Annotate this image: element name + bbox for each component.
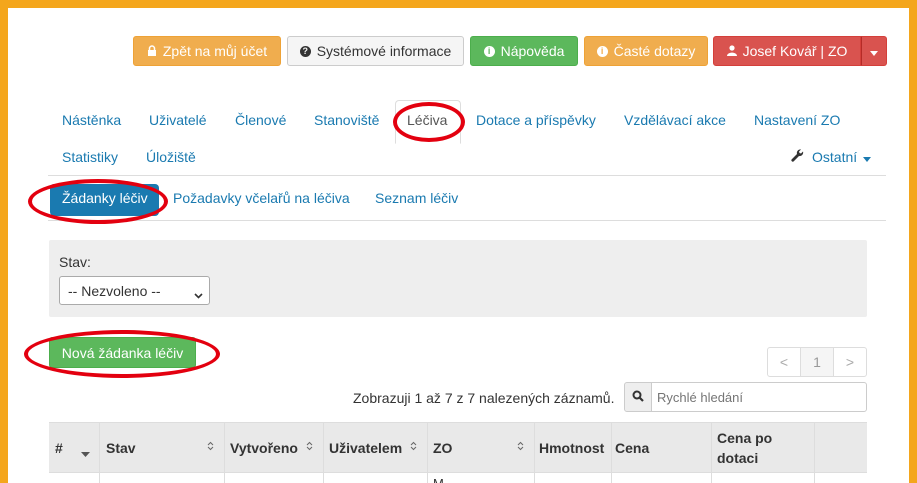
tab-stanoviste[interactable]: Stanoviště	[314, 112, 379, 128]
faq-button[interactable]: i Časté dotazy	[584, 36, 708, 66]
tab-nastenka[interactable]: Nástěnka	[62, 112, 121, 128]
help-button[interactable]: i Nápověda	[470, 36, 578, 66]
state-select[interactable]: -- Nezvoleno --	[59, 276, 210, 305]
caret-down-icon	[870, 43, 878, 59]
column-divider	[99, 422, 100, 483]
sort-desc-icon	[81, 444, 90, 460]
info-icon: i	[483, 45, 495, 57]
tab-leciva[interactable]: Léčiva	[407, 112, 447, 128]
tab-uloziste[interactable]: Úložiště	[146, 149, 196, 165]
pagination-prev[interactable]: <	[768, 348, 801, 376]
table-row	[49, 472, 867, 483]
tab-vzdelavaci-akce[interactable]: Vzdělávací akce	[624, 112, 726, 128]
subtab-zadanky[interactable]: Žádanky léčiv	[62, 190, 148, 206]
th-price-after-subsidy-line2[interactable]: dotaci	[717, 450, 758, 466]
user-dropdown-toggle[interactable]	[861, 36, 887, 66]
app-window: Zpět na můj účet ? Systémové informace i…	[8, 8, 909, 483]
search-input[interactable]	[651, 382, 867, 412]
th-state[interactable]: Stav	[106, 440, 136, 456]
search-icon	[632, 389, 644, 405]
table-cell: M	[433, 476, 444, 483]
info-icon: i	[596, 45, 608, 57]
sort-icon	[306, 438, 313, 454]
tab-uzivatele[interactable]: Uživatelé	[149, 112, 207, 128]
caret-down-icon	[863, 149, 872, 165]
column-divider	[814, 422, 815, 483]
pagination: < 1 >	[767, 347, 867, 377]
new-request-button[interactable]: Nová žádanka léčiv	[49, 337, 196, 368]
th-created[interactable]: Vytvořeno	[230, 440, 298, 456]
sort-icon	[207, 438, 214, 454]
sort-icon	[517, 438, 524, 454]
subnav-divider	[48, 220, 886, 221]
user-icon	[726, 43, 737, 59]
system-info-label: Systémové informace	[316, 43, 452, 59]
th-price-after-subsidy-line1[interactable]: Cena po	[717, 430, 772, 446]
user-label: Josef Kovář | ZO	[742, 43, 848, 59]
other-label: Ostatní	[812, 149, 858, 165]
th-zo[interactable]: ZO	[433, 440, 452, 456]
new-request-label: Nová žádanka léčiv	[61, 344, 184, 361]
back-to-account-label: Zpět na můj účet	[162, 43, 268, 59]
lock-icon	[147, 43, 157, 59]
th-weight[interactable]: Hmotnost	[539, 440, 604, 456]
tab-dotace[interactable]: Dotace a příspěvky	[476, 112, 596, 128]
state-select-value: -- Nezvoleno --	[68, 282, 161, 299]
column-divider	[323, 422, 324, 483]
subtab-seznam[interactable]: Seznam léčiv	[375, 190, 458, 206]
back-to-account-button[interactable]: Zpět na můj účet	[133, 36, 281, 66]
subtab-pozadavky[interactable]: Požadavky včelařů na léčiva	[173, 190, 350, 206]
column-divider	[711, 422, 712, 483]
search-addon	[624, 382, 652, 412]
chevron-down-icon	[194, 286, 203, 302]
pagination-page[interactable]: 1	[801, 348, 834, 376]
column-divider	[427, 422, 428, 483]
user-menu-button[interactable]: Josef Kovář | ZO	[713, 36, 861, 66]
question-icon: ?	[299, 45, 311, 57]
wrench-icon	[791, 149, 804, 165]
sort-icon	[410, 438, 417, 454]
help-label: Nápověda	[500, 43, 565, 59]
th-user[interactable]: Uživatelem	[329, 440, 402, 456]
tab-statistiky[interactable]: Statistiky	[62, 149, 118, 165]
system-info-button[interactable]: ? Systémové informace	[287, 36, 464, 66]
column-divider	[224, 422, 225, 483]
th-number[interactable]: #	[55, 440, 63, 456]
results-summary: Zobrazuji 1 až 7 z 7 nalezených záznamů.	[353, 390, 615, 406]
pagination-next[interactable]: >	[834, 348, 866, 376]
nav-divider	[48, 175, 886, 176]
column-divider	[534, 422, 535, 483]
column-divider	[611, 422, 612, 483]
th-price[interactable]: Cena	[615, 440, 649, 456]
tab-nastaveni-zo[interactable]: Nastavení ZO	[754, 112, 840, 128]
faq-label: Časté dotazy	[613, 43, 696, 59]
tab-clenove[interactable]: Členové	[235, 112, 286, 128]
state-label: Stav:	[59, 254, 91, 270]
other-menu[interactable]: Ostatní	[791, 149, 872, 165]
